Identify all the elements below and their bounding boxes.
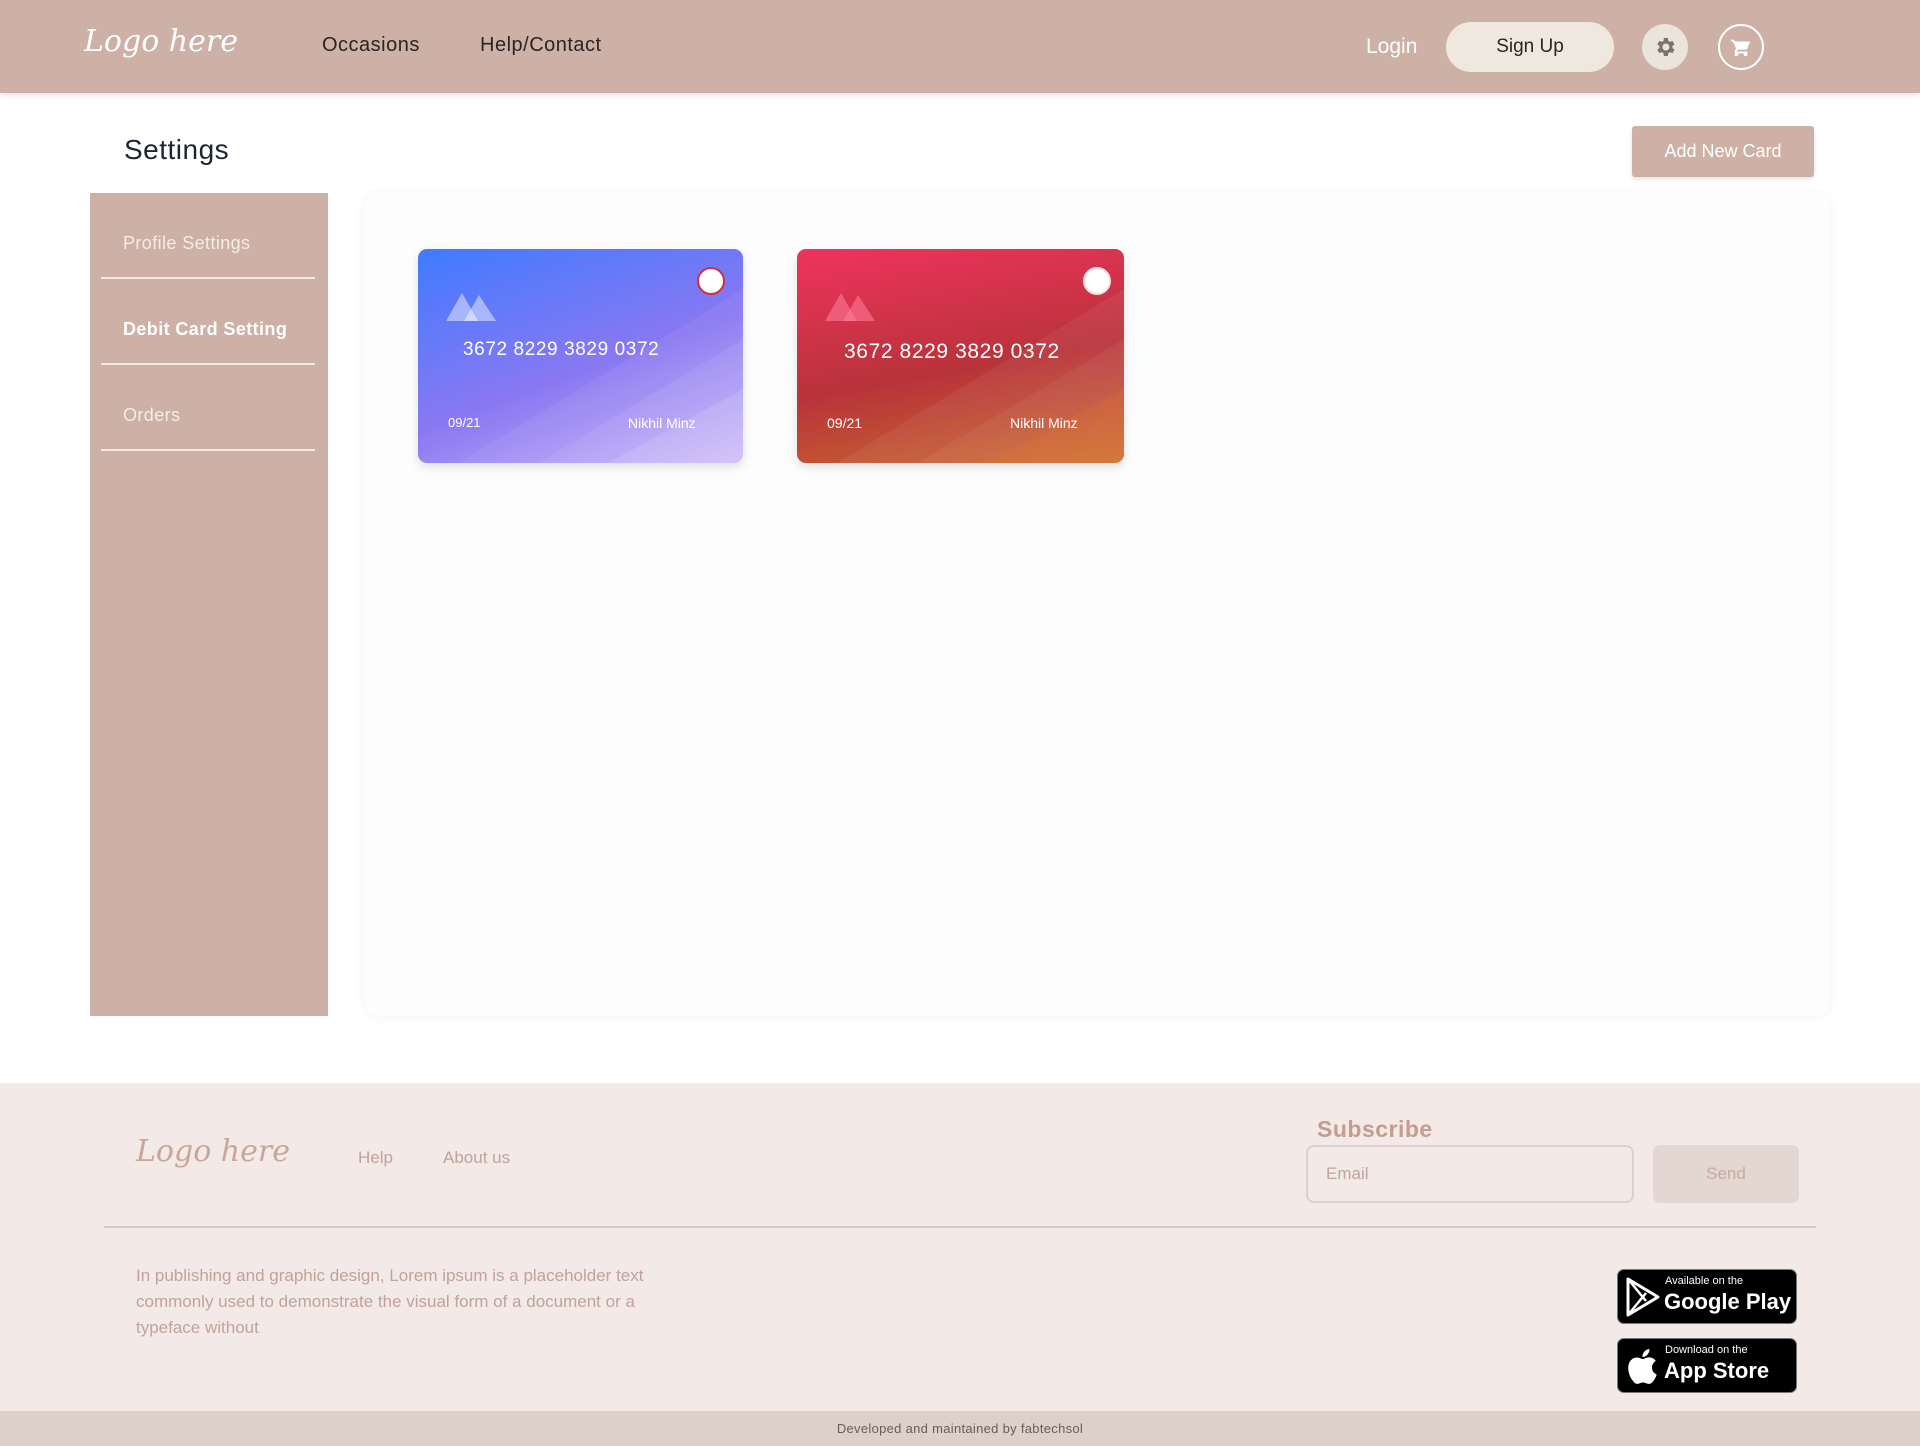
card-number: 3672 8229 3829 0372 bbox=[463, 339, 660, 360]
card-expiry: 09/21 bbox=[448, 415, 481, 430]
badge-big-text: Google Play bbox=[1664, 1289, 1792, 1314]
badge-big-text: App Store bbox=[1664, 1358, 1770, 1383]
sidebar-item-debit-card-setting[interactable]: Debit Card Setting bbox=[101, 279, 315, 365]
footer: Logo here Help About us Subscribe Send I… bbox=[0, 1083, 1920, 1411]
top-navbar: Logo here Occasions Help/Contact Login S… bbox=[0, 0, 1920, 93]
sidebar-item-profile-settings[interactable]: Profile Settings bbox=[101, 193, 315, 279]
mountain-logo-icon bbox=[825, 293, 875, 321]
sidebar-item-label: Orders bbox=[123, 405, 181, 425]
sidebar-item-label: Debit Card Setting bbox=[123, 319, 288, 339]
app-store-badge[interactable]: Download on the App Store bbox=[1617, 1338, 1797, 1393]
google-play-badge[interactable]: Available on the Google Play bbox=[1617, 1269, 1797, 1324]
signup-button[interactable]: Sign Up bbox=[1446, 22, 1614, 72]
footer-divider bbox=[104, 1226, 1816, 1228]
cart-button[interactable] bbox=[1718, 24, 1764, 70]
card-expiry: 09/21 bbox=[827, 415, 863, 431]
card-holder-name: Nikhil Minz bbox=[1010, 415, 1078, 431]
card-number: 3672 8229 3829 0372 bbox=[844, 340, 1060, 363]
mountain-logo-icon bbox=[446, 293, 496, 321]
debit-card-red[interactable]: 3672 8229 3829 0372 09/21 Nikhil Minz bbox=[797, 249, 1124, 463]
sidebar-item-label: Profile Settings bbox=[123, 233, 251, 253]
send-button[interactable]: Send bbox=[1653, 1145, 1799, 1203]
apple-icon bbox=[1628, 1349, 1657, 1384]
login-link[interactable]: Login bbox=[1366, 35, 1417, 59]
footer-logo[interactable]: Logo here bbox=[136, 1134, 290, 1169]
add-new-card-button[interactable]: Add New Card bbox=[1632, 126, 1814, 177]
cards-panel: 3672 8229 3829 0372 09/21 Nikhil Minz 36… bbox=[364, 193, 1830, 1016]
settings-sidebar: Profile Settings Debit Card Setting Orde… bbox=[90, 193, 328, 1016]
debit-card-blue[interactable]: 3672 8229 3829 0372 09/21 Nikhil Minz bbox=[418, 249, 743, 463]
credit-text: Developed and maintained by fabtechsol bbox=[836, 1421, 1084, 1436]
subscribe-title: Subscribe bbox=[1317, 1116, 1433, 1142]
settings-button[interactable] bbox=[1642, 24, 1688, 70]
header-logo[interactable]: Logo here bbox=[84, 24, 238, 59]
email-field[interactable] bbox=[1306, 1145, 1634, 1203]
footer-link-about-us[interactable]: About us bbox=[443, 1148, 510, 1168]
sidebar-item-orders[interactable]: Orders bbox=[101, 365, 315, 451]
badge-small-text: Available on the bbox=[1665, 1275, 1744, 1287]
gear-icon bbox=[1657, 38, 1675, 56]
google-play-icon bbox=[1626, 1277, 1660, 1317]
footer-description: In publishing and graphic design, Lorem … bbox=[136, 1266, 644, 1337]
nav-occasions[interactable]: Occasions bbox=[322, 34, 420, 57]
cart-icon bbox=[1730, 39, 1751, 57]
card-select-radio[interactable] bbox=[697, 267, 725, 295]
badge-small-text: Download on the bbox=[1665, 1344, 1748, 1356]
page-title: Settings bbox=[124, 134, 230, 165]
nav-help-contact[interactable]: Help/Contact bbox=[480, 34, 602, 57]
card-holder-name: Nikhil Minz bbox=[628, 415, 696, 431]
credit-bar: Developed and maintained by fabtechsol bbox=[0, 1411, 1920, 1446]
footer-link-help[interactable]: Help bbox=[358, 1148, 393, 1168]
card-select-radio[interactable] bbox=[1083, 267, 1111, 295]
